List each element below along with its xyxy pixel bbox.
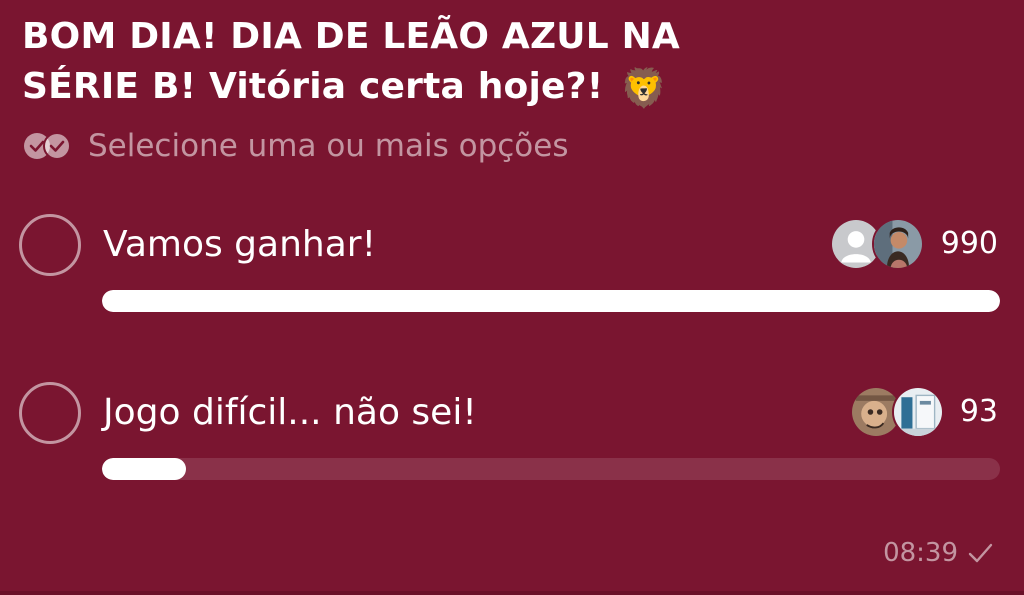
poll-hint-text: Selecione uma ou mais opções <box>88 128 569 164</box>
user-photo-icon <box>874 220 922 268</box>
sent-check-icon <box>968 543 993 563</box>
option-1-voters[interactable] <box>830 218 924 270</box>
option-2-radio[interactable] <box>19 382 81 444</box>
double-check-circle-icon <box>24 132 71 160</box>
option-2-label: Jogo difícil... não sei! <box>103 392 477 433</box>
option-1-progress-fill <box>102 290 1000 312</box>
poll-question: BOM DIA! DIA DE LEÃO AZUL NA SÉRIE B! Vi… <box>22 12 782 113</box>
poll-hint: Selecione uma ou mais opções <box>22 128 569 164</box>
option-2-progress-bar <box>102 458 1000 480</box>
poll-option-1[interactable]: Vamos ganhar! 990 <box>0 210 1024 330</box>
option-2-vote-count: 93 <box>959 394 998 429</box>
user-photo-avatar <box>872 218 924 270</box>
option-1-radio[interactable] <box>19 214 81 276</box>
poll-option-2[interactable]: Jogo difícil... não sei! 93 <box>0 378 1024 498</box>
user-photo-avatar <box>892 386 944 438</box>
message-meta: 08:39 <box>883 538 994 568</box>
option-1-label: Vamos ganhar! <box>103 224 377 265</box>
option-2-progress-fill <box>102 458 187 480</box>
user-photo-icon <box>894 388 942 436</box>
option-2-voters[interactable] <box>850 386 944 438</box>
lion-emoji-icon: 🦁 <box>620 66 668 110</box>
message-time: 08:39 <box>883 538 958 568</box>
option-1-vote-count: 990 <box>940 226 998 261</box>
bubble-bottom-divider <box>0 591 1024 595</box>
poll-question-text: BOM DIA! DIA DE LEÃO AZUL NA SÉRIE B! Vi… <box>22 16 680 107</box>
poll-message: BOM DIA! DIA DE LEÃO AZUL NA SÉRIE B! Vi… <box>0 0 1024 595</box>
option-1-progress-bar <box>102 290 1000 312</box>
